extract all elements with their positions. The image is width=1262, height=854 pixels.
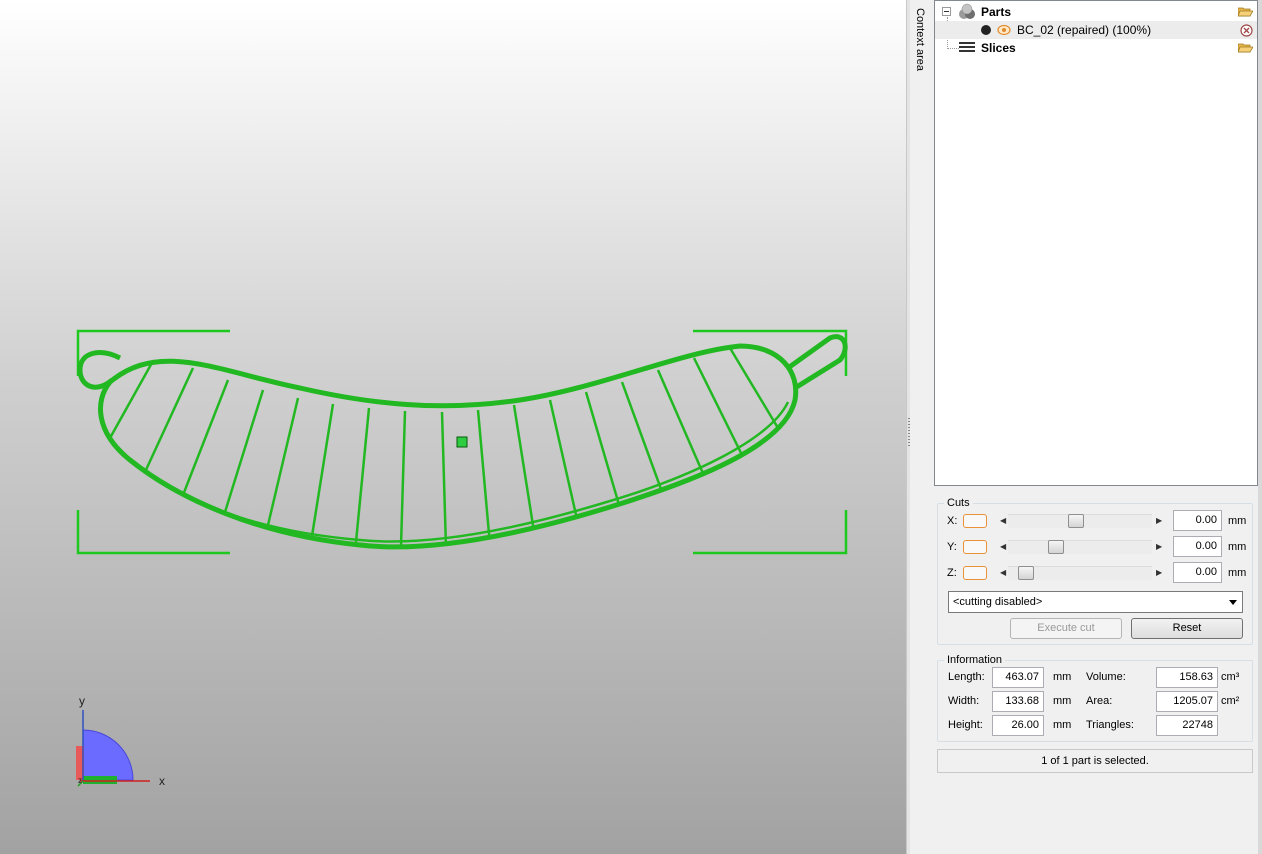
execute-cut-button[interactable]: Execute cut (1010, 618, 1122, 639)
height-label: Height: (948, 719, 983, 731)
width-label: Width: (948, 695, 980, 707)
length-label: Length: (948, 671, 985, 683)
volume-unit: cm³ (1221, 671, 1240, 683)
slider-left-arrow-icon[interactable]: ◀ (1000, 516, 1006, 525)
slider-thumb[interactable] (1068, 514, 1084, 528)
triangles-value: 22748 (1156, 715, 1218, 736)
slider-right-arrow-icon[interactable]: ▶ (1156, 516, 1162, 525)
slider-track[interactable] (1008, 540, 1152, 554)
selection-status: 1 of 1 part is selected. (937, 749, 1253, 773)
slider-right-arrow-icon[interactable]: ▶ (1156, 542, 1162, 551)
slider-left-arrow-icon[interactable]: ◀ (1000, 542, 1006, 551)
slices-icon (959, 42, 975, 52)
slider-thumb[interactable] (1018, 566, 1034, 580)
open-folder-icon[interactable] (1238, 6, 1253, 17)
triangles-label: Triangles: (1086, 719, 1134, 731)
width-value: 133.68 (992, 691, 1044, 712)
parts-icon (959, 3, 975, 19)
eye-icon[interactable] (997, 24, 1011, 36)
cut-z-unit: mm (1228, 567, 1247, 579)
collapse-icon[interactable] (942, 7, 951, 16)
area-unit: cm² (1221, 695, 1240, 707)
cut-z-input[interactable]: 0.00 (1173, 562, 1222, 583)
remove-part-icon[interactable] (1240, 24, 1253, 37)
context-area-tab[interactable]: Context area (910, 0, 932, 854)
context-area-label: Context area (914, 8, 926, 71)
cut-x-unit: mm (1228, 515, 1247, 527)
cut-y-toggle[interactable] (963, 540, 987, 554)
cut-x-label: X: (947, 515, 958, 527)
cut-y-input[interactable]: 0.00 (1173, 536, 1222, 557)
height-value: 26.00 (992, 715, 1044, 736)
parts-tree[interactable]: Parts BC_02 (repaired) (100%) Slices (934, 0, 1258, 486)
cut-x-input[interactable]: 0.00 (1173, 510, 1222, 531)
cut-y-unit: mm (1228, 541, 1247, 553)
cut-y-slider[interactable]: ◀ ▶ (996, 540, 1164, 554)
height-unit: mm (1053, 719, 1072, 731)
chevron-down-icon[interactable] (1229, 600, 1237, 605)
width-unit: mm (1053, 695, 1072, 707)
cut-mode-select[interactable]: <cutting disabled> (948, 591, 1243, 613)
cut-x-slider[interactable]: ◀ ▶ (996, 514, 1164, 528)
information-title: Information (944, 654, 1006, 666)
volume-label: Volume: (1086, 671, 1126, 683)
slider-left-arrow-icon[interactable]: ◀ (1000, 568, 1006, 577)
cut-z-slider[interactable]: ◀ ▶ (996, 566, 1164, 580)
3d-viewport[interactable]: y x z (0, 0, 906, 854)
cut-z-toggle[interactable] (963, 566, 987, 580)
parts-label: Parts (981, 5, 1012, 19)
cuts-title: Cuts (944, 497, 973, 509)
right-panel: Parts BC_02 (repaired) (100%) Slices Cut… (932, 0, 1262, 854)
area-value: 1205.07 (1156, 691, 1218, 712)
axis-gizmo (76, 710, 150, 787)
tree-item-parts[interactable]: Parts (935, 3, 1257, 21)
slider-thumb[interactable] (1048, 540, 1064, 554)
scene-canvas[interactable] (0, 0, 906, 854)
axis-z-label: z (78, 776, 82, 785)
slider-right-arrow-icon[interactable]: ▶ (1156, 568, 1162, 577)
tree-item-slices[interactable]: Slices (935, 39, 1257, 57)
cut-x-toggle[interactable] (963, 514, 987, 528)
cut-mode-value: <cutting disabled> (953, 596, 1043, 608)
visibility-dot-icon[interactable] (980, 24, 992, 36)
cut-y-label: Y: (947, 541, 957, 553)
axis-x-label: x (159, 774, 165, 788)
cut-z-label: Z: (947, 567, 957, 579)
area-label: Area: (1086, 695, 1113, 707)
axis-y-label: y (79, 694, 85, 708)
length-value: 463.07 (992, 667, 1044, 688)
part-name-label: BC_02 (repaired) (100%) (1017, 23, 1152, 37)
slices-label: Slices (981, 41, 1016, 55)
tree-item-part[interactable]: BC_02 (repaired) (100%) (935, 21, 1257, 39)
reset-button[interactable]: Reset (1131, 618, 1243, 639)
length-unit: mm (1053, 671, 1072, 683)
pivot-marker (456, 436, 468, 448)
open-folder-icon[interactable] (1238, 42, 1253, 53)
volume-value: 158.63 (1156, 667, 1218, 688)
